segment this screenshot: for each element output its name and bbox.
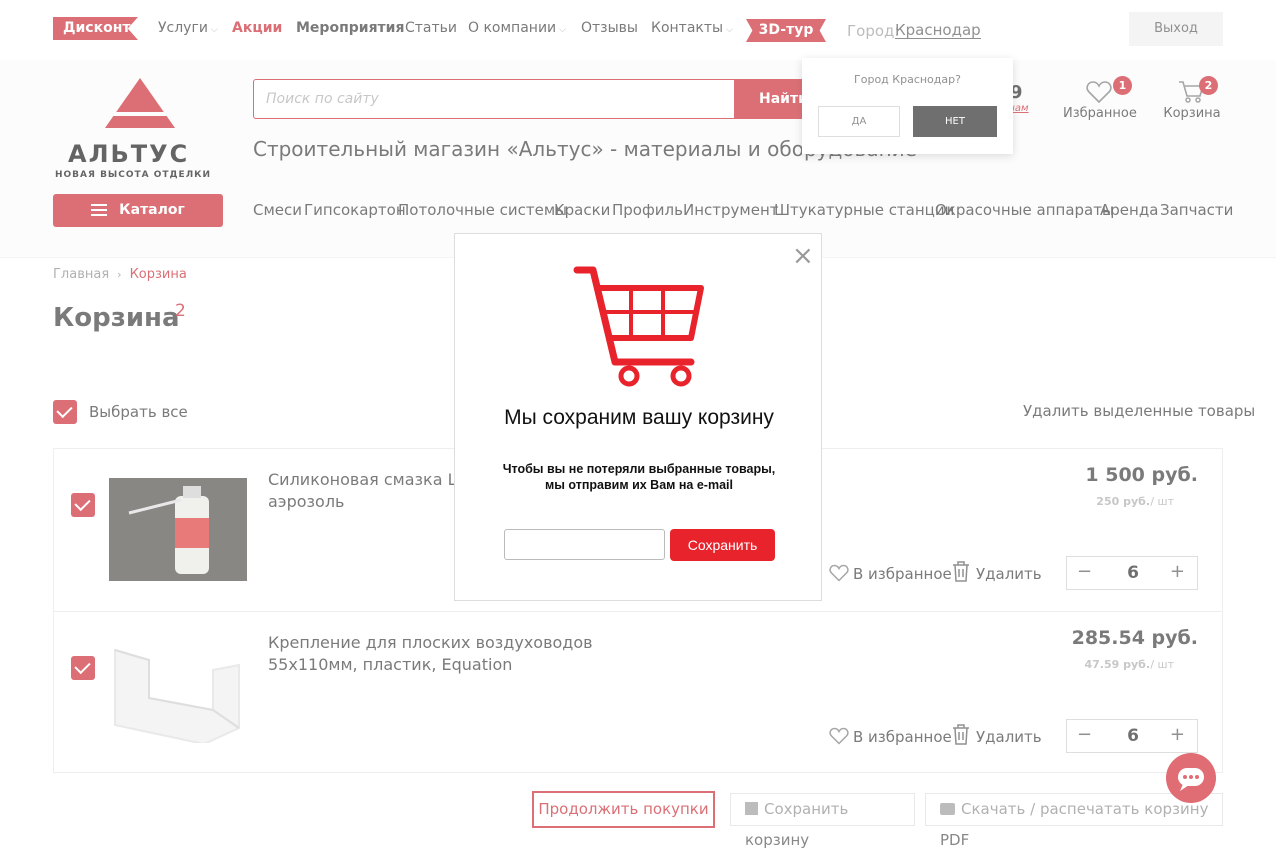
modal-text: Чтобы вы не потеряли выбранные товары, м… [502,462,776,492]
save-cart-modal: × Мы сохраним вашу корзину Чтобы вы не п… [454,233,822,601]
save-button[interactable]: Сохранить [670,529,775,561]
modal-title: Мы сохраним вашу корзину [504,406,774,429]
email-field[interactable] [504,529,665,560]
shopping-cart-icon [573,266,704,387]
close-icon[interactable]: × [792,243,814,269]
